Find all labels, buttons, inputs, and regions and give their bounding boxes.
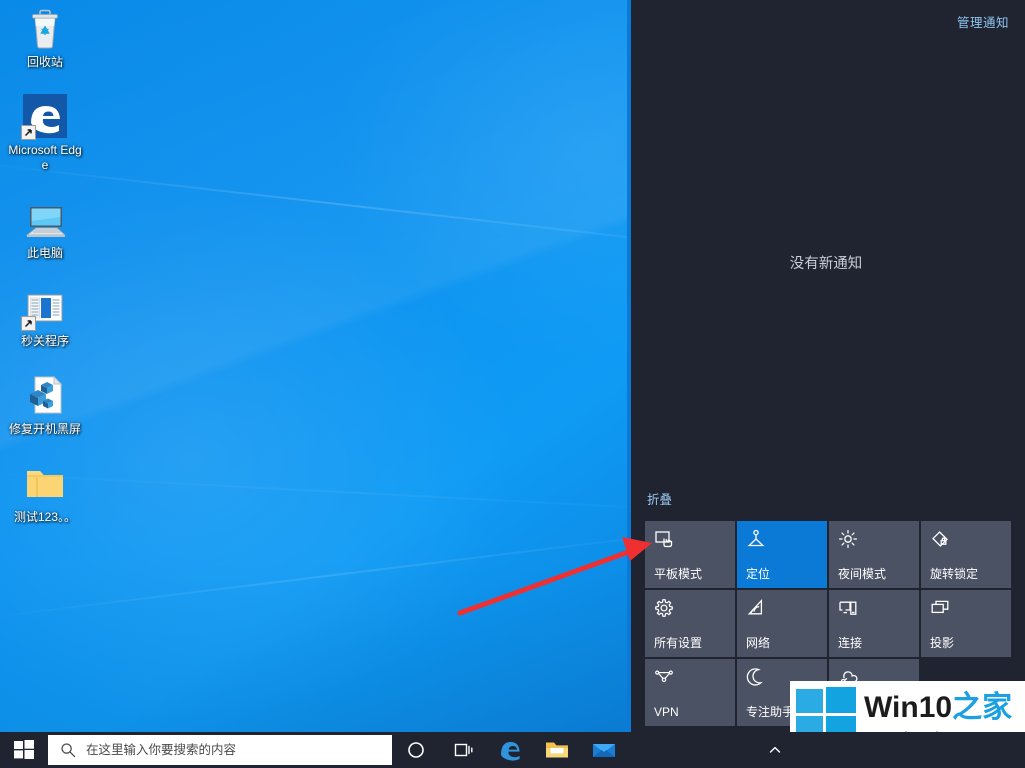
quick-action-night-light[interactable]: 夜间模式 [829,521,919,588]
night-light-icon [838,529,910,551]
watermark-title: Win10之家 [864,691,1012,725]
desktop-icon-label: 秒关程序 [21,334,69,349]
shortcut-badge-icon [21,125,36,140]
quick-action-location[interactable]: 定位 [737,521,827,588]
desktop-icon-label: 修复开机黑屏 [9,422,81,437]
rotation-lock-icon [930,529,1002,551]
quick-action-label: 平板模式 [654,567,726,581]
taskbar-button-mail[interactable] [580,732,627,768]
wallpaper-shade [0,560,700,732]
tray-watermark-overlap-spacer [790,732,1025,768]
desktop-icon-microsoft-edge[interactable]: Microsoft Edge [6,92,84,173]
taskbar-button-task-view[interactable] [439,732,486,768]
quick-action-tablet-mode[interactable]: 平板模式 [645,521,735,588]
desktop-icon-test-folder[interactable]: 测试123。。 [6,459,84,525]
task-view-icon [452,741,474,759]
quick-action-label: 所有设置 [654,636,726,650]
cortana-circle-icon [407,741,425,759]
recycle-bin-icon [21,4,69,52]
tablet-mode-icon [654,529,726,551]
gear-icon [654,598,726,620]
taskbar [0,732,1025,768]
desktop-icon-label: Microsoft Edge [6,143,84,173]
search-icon [60,742,76,758]
quick-action-label: VPN [654,705,726,719]
taskbar-search-box[interactable] [48,735,392,765]
project-icon [930,598,1002,620]
windows-start-icon [14,740,34,760]
quick-action-label: 定位 [746,567,818,581]
desktop-icon-grid: 回收站 Microsoft Edge [0,4,120,547]
desktop-icon-label: 回收站 [27,55,63,70]
taskbar-button-cortana[interactable] [392,732,439,768]
collapse-quick-actions-link[interactable]: 折叠 [647,489,672,508]
action-center-panel: 管理通知 没有新通知 折叠 平板模式 [627,0,1025,732]
window-app-icon [21,283,69,331]
quick-action-rotation-lock[interactable]: 旋转锁定 [921,521,1011,588]
watermark-title-dark: Win10 [864,691,952,724]
desktop-icon-label: 测试123。。 [14,510,76,525]
desktop-icon-label: 此电脑 [27,246,63,261]
manage-notifications-link[interactable]: 管理通知 [957,12,1009,31]
search-input[interactable] [86,740,366,760]
watermark-title-blue: 之家 [952,691,1012,724]
show-hidden-icons-chevron-icon[interactable] [760,732,790,768]
quick-action-label: 旋转锁定 [930,567,1002,581]
folder-icon [21,459,69,507]
start-button[interactable] [0,732,47,768]
no-notifications-message: 没有新通知 [627,252,1025,273]
quick-action-network[interactable]: 网络 [737,590,827,657]
desktop-icon-quick-close-app[interactable]: 秒关程序 [6,283,84,349]
shortcut-badge-icon [21,316,36,331]
vpn-icon [654,667,726,689]
desktop-icon-fix-black-screen[interactable]: 修复开机黑屏 [6,371,84,437]
taskbar-button-edge[interactable] [486,732,533,768]
desktop-icon-recycle-bin[interactable]: 回收站 [6,4,84,70]
quick-action-label: 投影 [930,636,1002,650]
edge-icon [498,738,522,762]
quick-action-label: 网络 [746,636,818,650]
quick-action-project[interactable]: 投影 [921,590,1011,657]
wifi-icon [746,598,818,620]
reg-file-icon [21,371,69,419]
folder-icon [545,739,569,761]
mail-icon [592,740,616,760]
system-tray [760,732,1025,768]
location-icon [746,529,818,551]
quick-action-label: 连接 [838,636,910,650]
quick-action-label: 夜间模式 [838,567,910,581]
edge-icon [21,92,69,140]
quick-action-connect[interactable]: 连接 [829,590,919,657]
connect-icon [838,598,910,620]
desktop-icon-this-pc[interactable]: 此电脑 [6,195,84,261]
action-center-accent-bar [627,0,631,732]
this-pc-icon [21,195,69,243]
quick-action-vpn[interactable]: VPN [645,659,735,726]
quick-action-all-settings[interactable]: 所有设置 [645,590,735,657]
taskbar-button-file-explorer[interactable] [533,732,580,768]
